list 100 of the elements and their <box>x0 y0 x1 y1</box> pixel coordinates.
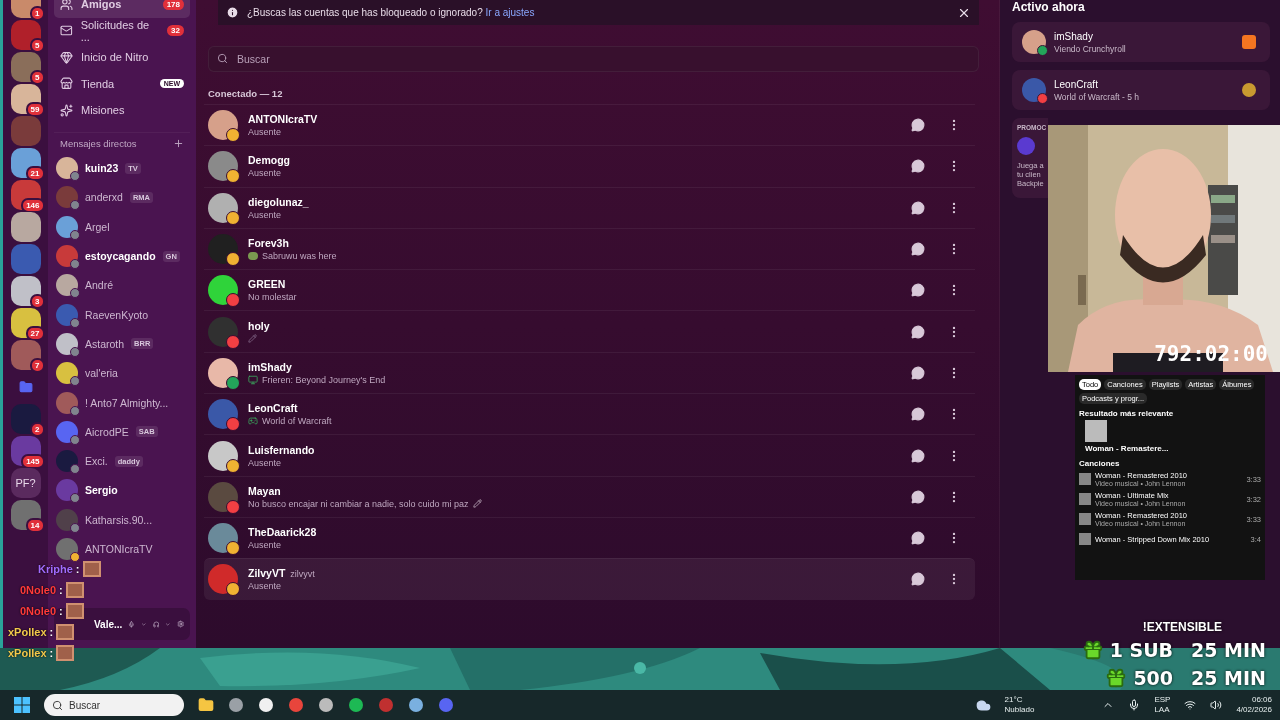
friend-row[interactable]: diegolunaz_ Ausente <box>204 186 975 228</box>
song-thumbnail <box>1079 473 1091 485</box>
friend-name: imShady <box>248 360 292 373</box>
activity-card[interactable]: LeonCraft World of Warcraft - 5 h <box>1012 70 1270 110</box>
panel-title: Activo ahora <box>1012 0 1086 14</box>
wifi-icon[interactable] <box>1184 699 1197 711</box>
dm-item[interactable]: val'eria <box>54 358 190 388</box>
chat-bubble-icon <box>911 159 925 174</box>
pencil-icon <box>472 499 482 509</box>
friend-row[interactable]: holy <box>204 310 975 352</box>
app-icon[interactable] <box>408 697 424 713</box>
dm-item[interactable]: Sergio <box>54 475 190 506</box>
chat-bubble-icon <box>911 242 925 257</box>
unread-badge: 1 <box>30 6 45 21</box>
language-text[interactable]: ESP <box>1154 695 1171 705</box>
notice-text: ¿Buscas las cuentas que has bloqueado o ignorado? Ir a ajustes <box>247 7 535 18</box>
cloud-icon <box>975 697 991 713</box>
settings-icon[interactable] <box>176 618 184 630</box>
nav-label: Inicio de Nitro <box>81 51 149 64</box>
gamepad-icon <box>248 416 258 427</box>
friend-name: holy <box>248 320 270 333</box>
emoji-icon <box>248 252 258 261</box>
dm-item[interactable]: ! Anto7 Almighty... <box>54 387 190 418</box>
avatar-icon <box>208 234 238 265</box>
clock-time[interactable]: 06:06 <box>1251 695 1272 705</box>
app-icon[interactable] <box>318 697 334 713</box>
friend-row[interactable]: ANTONIcraTV Ausente <box>204 104 975 146</box>
friend-row[interactable]: Mayan No busco encajar ni cambiar a nadie, solo cuido mi paz <box>204 475 975 517</box>
folder-icon <box>18 380 33 394</box>
chat-username: 0Nole0 <box>20 584 57 596</box>
nav-item[interactable]: Solicitudes de ... 32 <box>54 17 190 44</box>
app-icon[interactable] <box>258 697 274 713</box>
friend-name: ZilvyVT <box>248 567 286 580</box>
folder-icon[interactable] <box>198 697 214 713</box>
friend-row[interactable]: TheDaarick28 Ausente <box>204 516 975 559</box>
sparkle-icon <box>60 103 73 117</box>
server-button[interactable]: PF? <box>10 468 41 498</box>
avatar-icon <box>208 440 238 471</box>
chat-bubble-icon <box>911 531 925 546</box>
unread-badge: 21 <box>25 166 45 181</box>
windows-icon[interactable] <box>14 697 30 713</box>
goal-amount: 500 <box>1133 667 1174 689</box>
section-title: Canciones <box>1079 459 1121 468</box>
volume-icon[interactable] <box>1210 699 1223 711</box>
nav-label: Tienda <box>81 77 115 90</box>
gift-icon <box>1081 639 1104 661</box>
nav-item[interactable]: Inicio de Nitro <box>54 44 190 71</box>
friend-name: TheDaarick28 <box>248 526 317 539</box>
activity-card[interactable]: imShady Viendo Crunchyroll <box>1012 22 1270 62</box>
nav-item[interactable]: Amigos 178 <box>54 0 190 18</box>
nav-label: Solicitudes de ... <box>80 18 151 43</box>
chat-username: 0Nole0 <box>20 605 57 617</box>
friend-name: GREEN <box>248 278 286 291</box>
avatar-icon <box>208 275 238 306</box>
avatar-icon <box>208 564 238 595</box>
add-icon[interactable] <box>173 137 184 149</box>
chat-username: xPollex <box>8 647 47 659</box>
language-text[interactable]: LAA <box>1154 705 1170 715</box>
settings-link[interactable]: Ir a ajustes <box>485 7 535 18</box>
avatar-icon <box>208 192 238 223</box>
dm-item[interactable]: André <box>54 270 190 300</box>
dm-item[interactable]: Argel <box>54 212 190 242</box>
gem-icon <box>60 50 73 64</box>
friend-row[interactable]: ZilvyVT zilvyvt Ausente <box>204 558 975 600</box>
friend-status: Ausente <box>248 540 282 551</box>
clock-date[interactable]: 4/02/2026 <box>1236 705 1272 715</box>
app-icon[interactable] <box>228 697 244 713</box>
dm-item[interactable]: RaevenKyoto <box>54 300 190 330</box>
dm-item[interactable]: ANTONIcraTV <box>54 534 190 564</box>
friend-row[interactable]: Demogg Ausente <box>204 145 975 187</box>
friend-status: No busco encajar ni cambiar a nadie, solo cuido mi paz <box>248 498 469 509</box>
chat-bubble-icon <box>911 489 925 504</box>
avatar-icon <box>56 245 78 268</box>
goal-time: 25 MIN <box>1191 667 1266 689</box>
friend-username: zilvyvt <box>290 569 315 580</box>
dm-item[interactable]: Katharsis.90... <box>54 505 190 535</box>
weather-text: Nublado <box>1004 705 1035 715</box>
avatar-icon <box>56 450 78 473</box>
activity-user: LeonCraft <box>1054 78 1099 90</box>
friend-row[interactable]: GREEN No molestar <box>204 269 975 311</box>
friend-row[interactable]: Forev3h Sabruwu was here <box>204 227 975 270</box>
friend-row[interactable]: LeonCraft World of Warcraft <box>204 393 975 435</box>
friend-row[interactable]: imShady Frieren: Beyond Journey's End <box>204 351 975 394</box>
friend-row[interactable]: Luisfernando Ausente <box>204 434 975 476</box>
friend-status: Ausente <box>248 209 282 220</box>
app-icon[interactable] <box>348 697 364 713</box>
mic-icon[interactable] <box>1128 699 1141 711</box>
activity-user: imShady <box>1054 30 1094 42</box>
search-field[interactable]: Buscar <box>208 46 979 72</box>
section-title: Mensajes directos <box>60 137 137 149</box>
nav-item[interactable]: Misiones <box>54 97 190 124</box>
taskbar-search[interactable]: Buscar <box>44 694 184 716</box>
headphones-icon[interactable] <box>152 618 160 630</box>
server-icon[interactable] <box>10 212 41 242</box>
chat-username: xPollex <box>8 626 47 638</box>
friends-icon <box>60 0 73 11</box>
dm-name: AicrodPE <box>85 425 129 438</box>
avatar-icon <box>208 316 238 347</box>
chat-bubble-icon <box>911 118 925 133</box>
friend-status: Ausente <box>248 581 282 592</box>
